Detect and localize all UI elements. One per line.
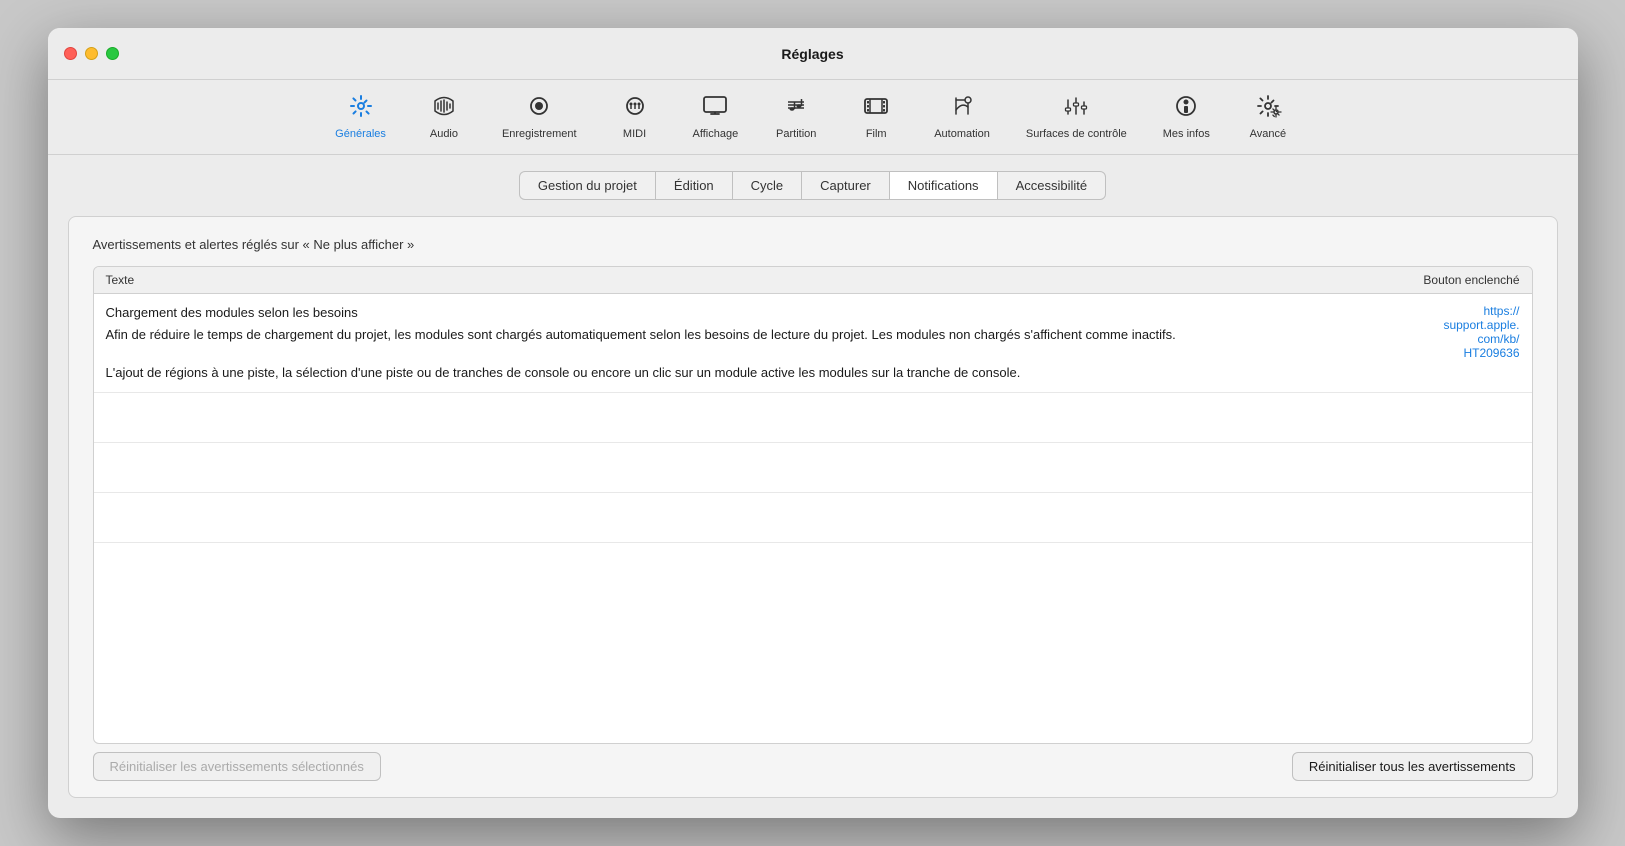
- subtab-capturer[interactable]: Capturer: [801, 171, 889, 200]
- toolbar-label-generales: Générales: [335, 128, 386, 140]
- traffic-lights: [64, 47, 119, 60]
- subtab-notifications[interactable]: Notifications: [889, 171, 997, 200]
- toolbar-label-affichage: Affichage: [693, 128, 739, 140]
- table-body: Chargement des modules selon les besoins…: [94, 294, 1532, 743]
- toolbar-item-enregistrement[interactable]: Enregistrement: [484, 88, 595, 144]
- titlebar: Réglages: [48, 28, 1578, 80]
- toolbar-item-partition[interactable]: Partition: [756, 88, 836, 144]
- toolbar-item-avance[interactable]: Avancé: [1228, 88, 1308, 144]
- subtabs: Gestion du projet Édition Cycle Capturer…: [68, 171, 1558, 200]
- toolbar-label-enregistrement: Enregistrement: [502, 128, 577, 140]
- surfaces-icon: [1062, 92, 1090, 125]
- generales-icon: [347, 92, 375, 125]
- subtab-accessibilite[interactable]: Accessibilité: [997, 171, 1107, 200]
- toolbar-item-film[interactable]: Film: [836, 88, 916, 144]
- toolbar-label-partition: Partition: [776, 128, 816, 140]
- mesinfos-icon: [1172, 92, 1200, 125]
- notifications-table: Texte Bouton enclenché Chargement des mo…: [93, 266, 1533, 744]
- affichage-icon: [701, 92, 729, 125]
- toolbar-item-surfaces[interactable]: Surfaces de contrôle: [1008, 88, 1145, 144]
- empty-row-1: [94, 393, 1532, 443]
- toolbar-label-midi: MIDI: [623, 128, 646, 140]
- enregistrement-icon: [525, 92, 553, 125]
- table-header: Texte Bouton enclenché: [94, 267, 1532, 294]
- toolbar-item-midi[interactable]: MIDI: [595, 88, 675, 144]
- toolbar-item-audio[interactable]: Audio: [404, 88, 484, 144]
- maximize-button[interactable]: [106, 47, 119, 60]
- toolbar-label-avance: Avancé: [1250, 128, 1287, 140]
- main-content: Gestion du projet Édition Cycle Capturer…: [48, 155, 1578, 818]
- row-body: Afin de réduire le temps de chargement d…: [106, 326, 1360, 383]
- reset-all-button[interactable]: Réinitialiser tous les avertissements: [1292, 752, 1533, 781]
- toolbar-label-automation: Automation: [934, 128, 990, 140]
- automation-icon: [948, 92, 976, 125]
- audio-icon: [430, 92, 458, 125]
- toolbar-item-affichage[interactable]: Affichage: [675, 88, 757, 144]
- subtab-edition[interactable]: Édition: [655, 171, 732, 200]
- toolbar-label-surfaces: Surfaces de contrôle: [1026, 128, 1127, 140]
- col-button-header: Bouton enclenché: [1360, 273, 1520, 287]
- close-button[interactable]: [64, 47, 77, 60]
- window-title: Réglages: [781, 46, 843, 62]
- toolbar-item-generales[interactable]: Générales: [317, 88, 404, 144]
- reset-selected-button[interactable]: Réinitialiser les avertissements sélecti…: [93, 752, 381, 781]
- table-row[interactable]: Chargement des modules selon les besoins…: [94, 294, 1532, 393]
- midi-icon: [621, 92, 649, 125]
- row-title: Chargement des modules selon les besoins: [106, 304, 1360, 323]
- row-text: Chargement des modules selon les besoins…: [106, 304, 1360, 382]
- notifications-panel: Avertissements et alertes réglés sur « N…: [68, 216, 1558, 798]
- empty-row-4: [94, 543, 1532, 593]
- toolbar-item-automation[interactable]: Automation: [916, 88, 1008, 144]
- toolbar: Générales Audio: [48, 80, 1578, 155]
- toolbar-label-audio: Audio: [430, 128, 458, 140]
- avance-icon: [1254, 92, 1282, 125]
- subtab-cycle[interactable]: Cycle: [732, 171, 802, 200]
- subtab-gestion[interactable]: Gestion du projet: [519, 171, 655, 200]
- toolbar-item-mesinfos[interactable]: Mes infos: [1145, 88, 1228, 144]
- empty-row-3: [94, 493, 1532, 543]
- section-title: Avertissements et alertes réglés sur « N…: [93, 237, 1533, 252]
- main-window: Réglages Générales: [48, 28, 1578, 818]
- empty-row-2: [94, 443, 1532, 493]
- bottom-bar: Réinitialiser les avertissements sélecti…: [93, 744, 1533, 781]
- col-text-header: Texte: [106, 273, 1360, 287]
- row-button[interactable]: https://support.apple.com/kb/HT209636: [1360, 304, 1520, 360]
- film-icon: [862, 92, 890, 125]
- toolbar-label-mesinfos: Mes infos: [1163, 128, 1210, 140]
- minimize-button[interactable]: [85, 47, 98, 60]
- toolbar-label-film: Film: [866, 128, 887, 140]
- partition-icon: [782, 92, 810, 125]
